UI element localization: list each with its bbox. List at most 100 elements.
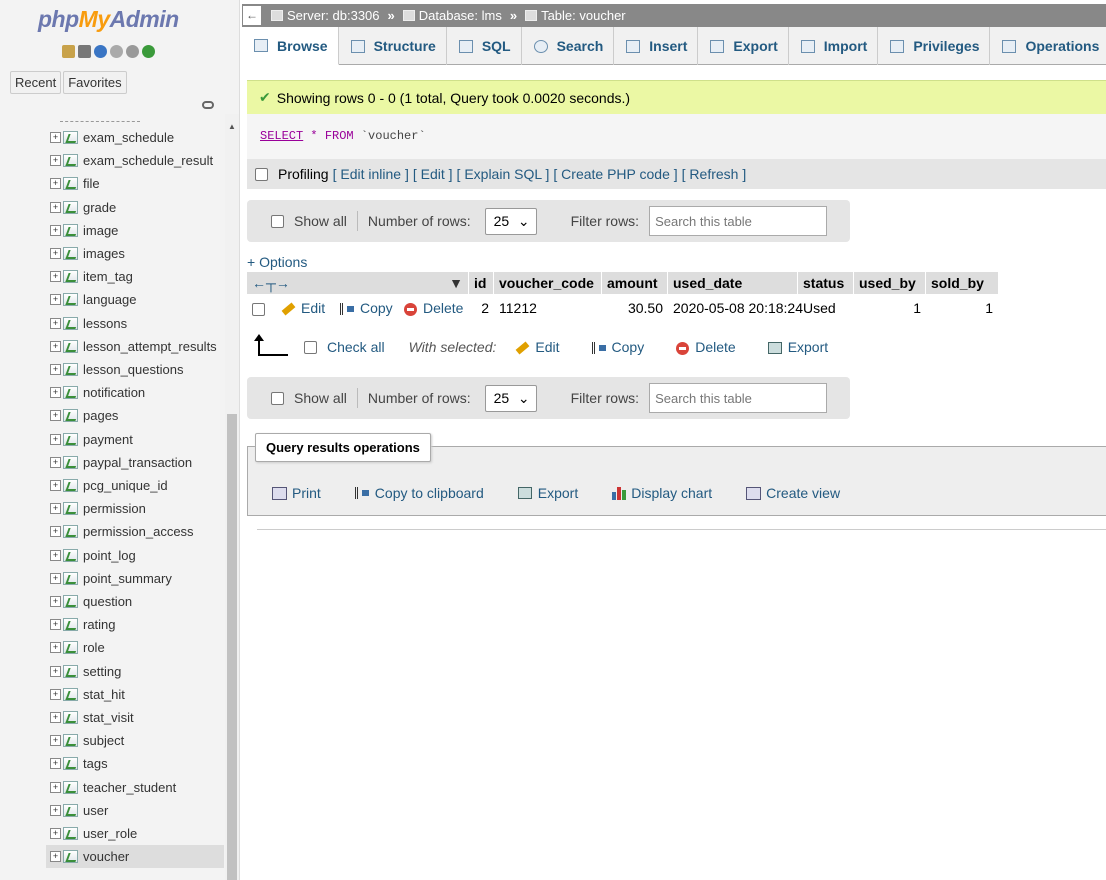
sidebar-item-payment[interactable]: + payment	[46, 428, 224, 451]
table-icon[interactable]	[63, 827, 78, 840]
sidebar-item-label[interactable]: pages	[83, 408, 118, 423]
phpmyadmin-logo[interactable]: phpMyAdmin	[38, 6, 179, 33]
expand-icon[interactable]: +	[50, 271, 61, 283]
copy-to-clipboard-link[interactable]: Copy to clipboard	[354, 485, 484, 501]
selected-delete-button[interactable]: Delete	[676, 339, 736, 355]
table-icon[interactable]	[63, 223, 78, 237]
expand-icon[interactable]: +	[50, 596, 61, 607]
reload-icon[interactable]	[142, 45, 155, 58]
expand-icon[interactable]: +	[50, 410, 61, 422]
cell-used-date[interactable]: 2020-05-08 20:18:24	[668, 300, 803, 316]
display-chart-link[interactable]: Display chart	[612, 485, 712, 501]
expand-icon[interactable]: +	[50, 132, 61, 143]
expand-icon[interactable]: +	[50, 456, 61, 468]
table-icon[interactable]	[63, 571, 78, 585]
sidebar-item-tags[interactable]: + tags	[46, 752, 224, 775]
cell-id[interactable]: 2	[469, 300, 494, 316]
column-header-used-date[interactable]: used_date	[668, 272, 798, 294]
profiling-checkbox[interactable]	[255, 167, 268, 181]
table-icon[interactable]	[63, 664, 78, 678]
table-icon[interactable]	[63, 386, 78, 400]
table-icon[interactable]	[63, 131, 78, 144]
column-header-amount[interactable]: amount	[602, 272, 668, 294]
sidebar-item-item-tag[interactable]: + item_tag	[46, 265, 224, 288]
check-all-label[interactable]: Check all	[327, 339, 385, 355]
table-icon[interactable]	[63, 595, 78, 608]
gear-icon[interactable]	[126, 45, 139, 58]
table-icon[interactable]	[63, 200, 78, 214]
sidebar-item-label[interactable]: lessons	[83, 316, 127, 331]
table-icon[interactable]	[63, 455, 78, 469]
show-all-checkbox[interactable]	[271, 214, 284, 228]
sidebar-item-stat-visit[interactable]: + stat_visit	[46, 706, 224, 729]
number-of-rows-select[interactable]: 25 ⌄	[484, 384, 537, 412]
edit-inline-link[interactable]: [ Edit inline ]	[333, 166, 409, 182]
column-header-sold-by[interactable]: sold_by	[926, 272, 998, 294]
breadcrumb-database[interactable]: Database: lms	[419, 8, 502, 23]
options-toggle[interactable]: + Options	[247, 254, 307, 270]
check-all-checkbox[interactable]	[304, 340, 317, 354]
sidebar-item-exam-schedule[interactable]: + exam_schedule	[46, 126, 224, 149]
sidebar-item-label[interactable]: paypal_transaction	[83, 455, 192, 470]
sql-query-box[interactable]: SELECT * FROM `voucher`	[247, 114, 1106, 159]
expand-icon[interactable]: +	[50, 294, 61, 306]
nav-scrollbar[interactable]: ▲	[225, 114, 239, 880]
edit-link[interactable]: [ Edit ]	[413, 166, 453, 182]
table-icon[interactable]	[63, 711, 78, 724]
sidebar-item-point-log[interactable]: + point_log	[46, 544, 224, 567]
sidebar-item-label[interactable]: image	[83, 223, 118, 238]
filter-rows-input[interactable]: Search this table	[649, 206, 828, 236]
favorites-button[interactable]: Favorites	[63, 71, 127, 94]
sidebar-item-label[interactable]: rating	[83, 617, 116, 632]
column-header-id[interactable]: id	[469, 272, 494, 294]
sidebar-item-label[interactable]: user	[83, 803, 108, 818]
expand-icon[interactable]: +	[50, 781, 61, 793]
expand-icon[interactable]: +	[50, 224, 61, 236]
table-icon[interactable]	[63, 525, 78, 539]
expand-icon[interactable]: +	[50, 387, 61, 399]
tab-search[interactable]: Search	[522, 27, 615, 65]
table-icon[interactable]	[63, 409, 78, 423]
expand-icon[interactable]: +	[50, 712, 61, 723]
sidebar-item-setting[interactable]: + setting	[46, 660, 224, 683]
sidebar-item-pages[interactable]: + pages	[46, 404, 224, 427]
row-copy-link[interactable]: Copy	[335, 300, 399, 316]
sidebar-item-label[interactable]: tags	[83, 756, 108, 771]
table-icon[interactable]	[63, 247, 78, 260]
column-header-status[interactable]: status	[798, 272, 854, 294]
sidebar-item-pcg-unique-id[interactable]: + pcg_unique_id	[46, 474, 224, 497]
tab-insert[interactable]: Insert	[614, 27, 699, 65]
filter-rows-input[interactable]: Search this table	[649, 383, 828, 413]
tab-structure[interactable]: Structure	[339, 27, 447, 65]
refresh-link[interactable]: [ Refresh ]	[682, 166, 747, 182]
cell-status[interactable]: Used	[798, 300, 854, 316]
expand-icon[interactable]: +	[50, 758, 61, 770]
cell-sold-by[interactable]: 1	[926, 300, 998, 316]
table-icon[interactable]	[63, 641, 78, 655]
column-header-voucher-code[interactable]: voucher_code	[494, 272, 602, 294]
expand-icon[interactable]: +	[50, 572, 61, 584]
sort-dropdown-icon[interactable]: ▼	[449, 272, 463, 294]
sidebar-item-label[interactable]: item_tag	[83, 269, 133, 284]
docs-icon[interactable]	[94, 45, 107, 58]
tab-import[interactable]: Import	[789, 27, 879, 65]
table-icon[interactable]	[63, 502, 78, 516]
row-edit-link[interactable]: Edit	[277, 300, 335, 316]
sidebar-item-label[interactable]: role	[83, 640, 105, 655]
sidebar-item-notification[interactable]: + notification	[46, 381, 224, 404]
sidebar-item-label[interactable]: setting	[83, 664, 121, 679]
sidebar-item-role[interactable]: + role	[46, 636, 224, 659]
tab-sql[interactable]: SQL	[447, 27, 522, 65]
cell-used-by[interactable]: 1	[854, 300, 926, 316]
table-icon[interactable]	[63, 548, 78, 562]
expand-icon[interactable]: +	[50, 735, 61, 747]
sidebar-item-label[interactable]: lesson_attempt_results	[83, 339, 217, 354]
print-link[interactable]: Print	[272, 485, 321, 501]
selected-export-button[interactable]: Export	[767, 339, 828, 355]
breadcrumb-server[interactable]: Server: db:3306	[287, 8, 380, 23]
tab-operations[interactable]: Operations	[990, 27, 1106, 65]
sidebar-item-label[interactable]: file	[83, 176, 100, 191]
create-php-link[interactable]: [ Create PHP code ]	[553, 166, 677, 182]
collapse-arrow-icon[interactable]: ←	[243, 6, 261, 25]
sidebar-item-label[interactable]: payment	[83, 432, 133, 447]
